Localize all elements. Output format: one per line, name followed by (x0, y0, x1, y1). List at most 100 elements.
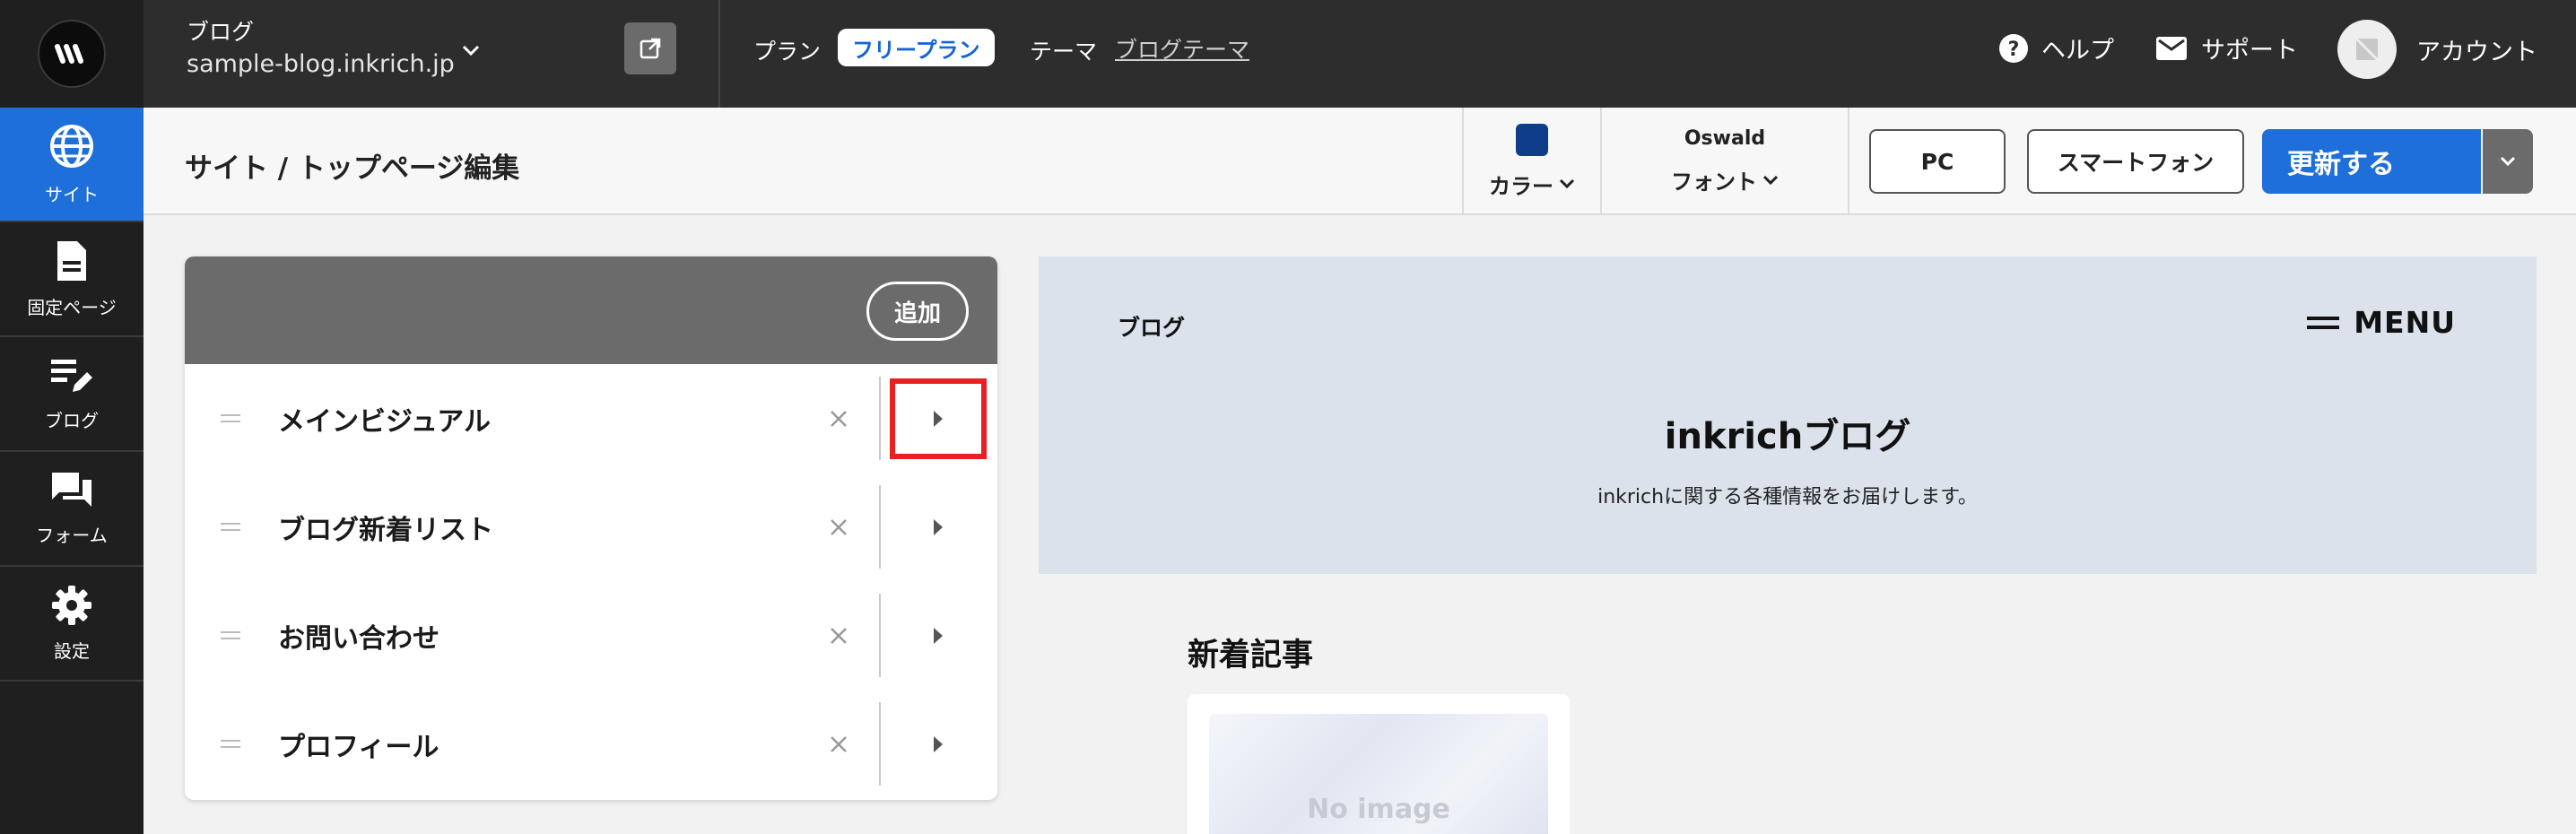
preview-news-heading: 新着記事 (1188, 638, 1314, 673)
editor-header: サイト / トップページ編集 カラー Oswald フォント PC スマートフォ… (144, 108, 2576, 215)
close-icon[interactable] (823, 729, 854, 760)
section-list-panel: 追加 メインビジュアル ブログ新着リスト お問い合わせ プロフィール (185, 256, 997, 800)
mail-icon (2156, 36, 2187, 60)
plan-badge[interactable]: フリープラン (838, 29, 995, 66)
close-icon[interactable] (823, 512, 854, 543)
sidebar-item-site[interactable]: サイト (0, 108, 144, 222)
no-image-icon (2354, 37, 2380, 62)
preview-description: inkrichに関する各種情報をお届けします。 (1597, 486, 1978, 508)
top-bar: ブログ sample-blog.inkrich.jp プラン フリープラン テー… (0, 0, 2576, 108)
sidebar-item-blog[interactable]: ブログ (0, 337, 144, 452)
close-icon[interactable] (823, 404, 854, 434)
list-item[interactable]: メインビジュアル (185, 364, 997, 473)
update-button[interactable]: 更新する (2262, 129, 2481, 194)
color-swatch (1516, 123, 1548, 156)
chevron-down-icon[interactable] (453, 32, 489, 68)
expand-section-button[interactable] (890, 704, 987, 785)
sidebar-item-label: 設定 (54, 639, 90, 662)
section-label: プロフィール (278, 731, 439, 763)
open-site-button[interactable] (624, 22, 676, 74)
smartphone-preview-button[interactable]: スマートフォン (2027, 129, 2244, 194)
color-label: カラー (1489, 173, 1553, 199)
preview-main-visual: ブログ MENU inkrichブログ inkrichに関する各種情報をお届けし… (1039, 256, 2537, 574)
help-label: ヘルプ (2041, 37, 2114, 65)
site-switcher[interactable]: ブログ sample-blog.inkrich.jp (144, 0, 720, 108)
color-picker[interactable]: カラー (1462, 108, 1600, 215)
site-name: ブログ (187, 19, 255, 45)
expand-section-button[interactable] (890, 595, 987, 676)
sidebar-item-label: サイト (45, 183, 99, 205)
external-link-icon (640, 38, 661, 59)
drag-handle-icon[interactable] (221, 739, 240, 750)
drag-handle-icon[interactable] (221, 522, 240, 533)
caret-right-icon (934, 627, 943, 644)
chat-icon (52, 472, 91, 507)
gear-icon (52, 585, 91, 625)
drag-handle-icon[interactable] (221, 630, 240, 641)
color-picker-label-row: カラー (1489, 169, 1575, 200)
preview-article-card: No image (1188, 694, 1570, 834)
caret-right-icon (934, 735, 943, 752)
expand-section-button[interactable] (890, 378, 987, 459)
add-section-button[interactable]: 追加 (866, 282, 969, 341)
help-link[interactable]: ? ヘルプ (1998, 30, 2114, 65)
logo-mark-icon (38, 20, 106, 88)
section-label: お問い合わせ (278, 622, 439, 655)
sidebar-item-label: ブログ (45, 409, 99, 431)
expand-section-button[interactable] (890, 487, 987, 568)
font-value: Oswald (1684, 127, 1766, 150)
support-label: サポート (2201, 37, 2298, 65)
chevron-down-icon (1762, 175, 1779, 185)
svg-text:?: ? (2008, 39, 2020, 61)
list-item[interactable]: プロフィール (185, 690, 997, 798)
sidebar-item-settings[interactable]: 設定 (0, 567, 144, 682)
sidebar-item-forms[interactable]: フォーム (0, 452, 144, 567)
row-divider (879, 485, 881, 569)
theme-link[interactable]: ブログテーマ (1115, 32, 1249, 65)
row-divider (879, 594, 881, 677)
drag-handle-icon[interactable] (221, 413, 240, 424)
section-list-header: 追加 (185, 256, 997, 364)
document-icon (57, 240, 86, 281)
sidebar-item-pages[interactable]: 固定ページ (0, 222, 144, 337)
sidebar-item-label: 固定ページ (27, 296, 117, 318)
edit-list-icon (51, 359, 92, 392)
site-url: sample-blog.inkrich.jp (187, 50, 455, 78)
app-logo[interactable] (0, 0, 144, 108)
account-menu[interactable]: アカウント (2337, 20, 2537, 79)
plan-label: プラン (753, 39, 822, 65)
no-image-label: No image (1307, 794, 1450, 825)
preview-title: inkrichブログ (1664, 416, 1911, 457)
help-icon: ? (1999, 33, 2028, 63)
globe-icon (50, 124, 93, 168)
pc-preview-button[interactable]: PC (1869, 129, 2006, 194)
section-label: メインビジュアル (278, 405, 491, 438)
account-label: アカウント (2416, 38, 2537, 66)
hamburger-icon (2307, 316, 2340, 329)
row-divider (879, 702, 881, 786)
sidebar-item-label: フォーム (36, 524, 108, 546)
chevron-down-icon (2500, 156, 2516, 167)
font-picker-label-row: フォント (1671, 164, 1779, 195)
update-options-button[interactable] (2483, 129, 2533, 194)
sidebar: サイト 固定ページ ブログ フォーム 設定 (0, 108, 144, 834)
support-link[interactable]: サポート (2156, 30, 2298, 65)
font-picker[interactable]: Oswald フォント (1600, 108, 1849, 215)
caret-right-icon (934, 518, 943, 535)
caret-right-icon (934, 410, 943, 427)
chevron-down-icon (1559, 178, 1575, 189)
page-preview: ブログ MENU inkrichブログ inkrichに関する各種情報をお届けし… (1039, 256, 2537, 834)
no-image-placeholder: No image (1209, 714, 1548, 834)
preview-site-name: ブログ (1118, 315, 1186, 341)
avatar (2337, 20, 2397, 79)
theme-label: テーマ (1030, 39, 1098, 65)
close-icon[interactable] (823, 621, 854, 651)
font-label: フォント (1671, 169, 1757, 195)
row-divider (879, 377, 881, 460)
preview-menu-label: MENU (2354, 305, 2456, 340)
list-item[interactable]: お問い合わせ (185, 581, 997, 690)
list-item[interactable]: ブログ新着リスト (185, 473, 997, 581)
section-label: ブログ新着リスト (278, 514, 493, 546)
breadcrumb: サイト / トップページ編集 (185, 152, 520, 185)
preview-menu: MENU (2307, 305, 2456, 340)
